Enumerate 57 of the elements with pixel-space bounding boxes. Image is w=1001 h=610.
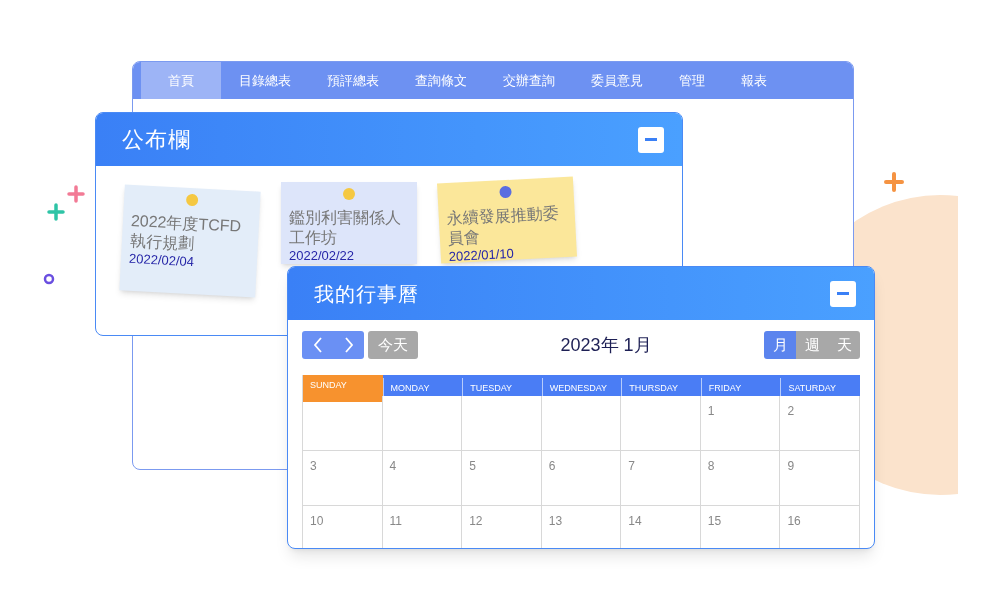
nav-tab[interactable]: 委員意見 <box>576 62 658 99</box>
day-cell[interactable]: 7 <box>621 451 701 506</box>
day-cell[interactable]: 11 <box>382 506 463 548</box>
day-cell[interactable] <box>541 396 622 451</box>
day-cell[interactable]: 9 <box>780 451 860 506</box>
day-cell[interactable]: 1 <box>700 396 781 451</box>
weekday-header: SUNDAY <box>303 375 383 402</box>
day-cell[interactable] <box>462 396 542 451</box>
nav-tab[interactable]: 目錄總表 <box>224 62 306 99</box>
day-cell[interactable]: 6 <box>541 451 622 506</box>
weekday-header: SATURDAY <box>780 378 860 399</box>
day-cell[interactable]: 10 <box>303 506 383 548</box>
view-toggle[interactable]: 天 <box>828 331 860 359</box>
weekday-header: WEDNESDAY <box>541 378 622 399</box>
nav-tab[interactable]: 交辦查詢 <box>488 62 570 99</box>
minimize-button[interactable] <box>638 126 664 153</box>
window-title: 公布欄 <box>122 126 192 154</box>
day-cell[interactable]: 16 <box>780 506 860 548</box>
day-cell[interactable]: 13 <box>541 506 622 548</box>
day-cell[interactable]: 14 <box>621 506 701 548</box>
sticky-note[interactable]: 鑑別利害關係人工作坊 2022/02/22 <box>281 182 417 264</box>
day-cell[interactable]: 2 <box>780 396 860 451</box>
chevron-right-icon <box>343 337 354 353</box>
ring-decoration <box>43 273 55 285</box>
day-cell[interactable] <box>382 396 463 451</box>
nav-tab[interactable]: 報表 <box>726 62 782 99</box>
plus-decoration <box>884 172 904 192</box>
day-cell[interactable] <box>303 396 383 451</box>
chevron-left-icon <box>312 337 323 353</box>
day-cell[interactable]: 15 <box>700 506 781 548</box>
weekday-header: TUESDAY <box>462 378 542 399</box>
day-cell[interactable]: 4 <box>382 451 463 506</box>
nav-tab[interactable]: 首頁 <box>141 62 221 99</box>
sticky-note[interactable]: 永續發展推動委員會 2022/01/10 <box>437 176 577 264</box>
day-cell[interactable]: 8 <box>700 451 781 506</box>
note-title: 永續發展推動委員會 <box>446 203 561 248</box>
plus-decoration <box>67 185 85 203</box>
weekday-header: MONDAY <box>382 378 463 399</box>
month-label: 2023年 1月 <box>559 333 653 357</box>
day-cell[interactable]: 5 <box>462 451 542 506</box>
day-cell[interactable]: 3 <box>303 451 383 506</box>
note-title: 鑑別利害關係人工作坊 <box>289 208 402 248</box>
nav-tab[interactable]: 預評總表 <box>312 62 394 99</box>
view-toggle[interactable]: 週 <box>796 331 828 359</box>
sticky-note[interactable]: 2022年度TCFD執行規劃 2022/02/04 <box>119 184 261 298</box>
day-cell[interactable] <box>621 396 701 451</box>
weekday-header: THURSDAY <box>621 378 701 399</box>
day-cell[interactable]: 12 <box>462 506 542 548</box>
window-title: 我的行事曆 <box>314 281 419 307</box>
weekday-header: FRIDAY <box>700 378 781 399</box>
nav-tab[interactable]: 管理 <box>664 62 720 99</box>
today-button[interactable]: 今天 <box>368 331 418 359</box>
note-date: 2022/02/22 <box>289 248 356 264</box>
plus-decoration <box>47 203 65 221</box>
minimize-button[interactable] <box>830 280 856 307</box>
view-toggle[interactable]: 月 <box>764 331 796 359</box>
nav-tab[interactable]: 查詢條文 <box>400 62 482 99</box>
